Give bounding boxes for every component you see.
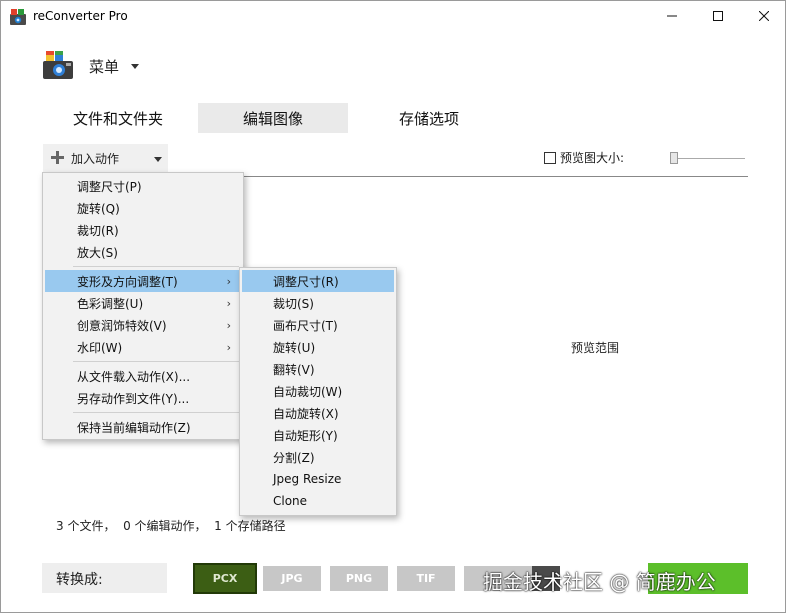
transform-submenu: 调整尺寸(R) 裁切(S) 画布尺寸(T) 旋转(U) 翻转(V) 自动裁切(W… <box>239 267 397 516</box>
menu-item-label: 变形及方向调整(T) <box>77 274 178 289</box>
add-action-label: 加入动作 <box>71 152 120 166</box>
menu-item-enlarge[interactable]: 放大(S) <box>45 241 241 263</box>
chevron-right-icon: › <box>226 318 231 332</box>
menu-item-watermark[interactable]: 水印(W) › <box>45 336 241 358</box>
submenu-item-crop[interactable]: 裁切(S) <box>242 292 394 314</box>
menu-item-label: 分割(Z) <box>273 450 315 465</box>
maximize-button[interactable] <box>695 1 741 31</box>
close-button[interactable] <box>741 1 785 31</box>
menu-item-save-actions[interactable]: 另存动作到文件(Y)... <box>45 387 241 409</box>
menu-separator <box>73 361 239 362</box>
tab-save-options[interactable]: 存储选项 <box>373 103 485 133</box>
submenu-item-flip[interactable]: 翻转(V) <box>242 358 394 380</box>
submenu-item-canvas-size[interactable]: 画布尺寸(T) <box>242 314 394 336</box>
title-bar: reConverter Pro <box>1 1 785 33</box>
menu-item-label: 旋转(U) <box>273 340 316 355</box>
menu-separator <box>73 412 239 413</box>
tab-files-and-folders[interactable]: 文件和文件夹 <box>55 103 181 133</box>
add-action-button[interactable]: 加入动作 <box>43 144 168 172</box>
menu-item-transform[interactable]: 变形及方向调整(T) › <box>45 270 241 292</box>
menu-item-load-actions[interactable]: 从文件载入动作(X)... <box>45 365 241 387</box>
status-text: 3 个文件， 0 个编辑动作， 1 个存储路径 <box>56 519 286 533</box>
menu-item-keep-actions[interactable]: 保持当前编辑动作(Z) <box>45 416 241 438</box>
divider <box>242 176 748 177</box>
format-button-pcx[interactable]: PCX <box>193 563 257 594</box>
menu-item-label: 水印(W) <box>77 340 123 355</box>
preview-size-slider-track[interactable] <box>671 158 745 159</box>
submenu-item-auto-rect[interactable]: 自动矩形(Y) <box>242 424 394 446</box>
menu-item-label: Jpeg Resize <box>273 472 342 486</box>
chevron-down-icon <box>154 157 162 162</box>
submenu-item-auto-rotate[interactable]: 自动旋转(X) <box>242 402 394 424</box>
chevron-right-icon: › <box>226 296 231 310</box>
chevron-down-icon[interactable] <box>131 64 139 69</box>
preview-size-checkbox[interactable] <box>544 151 556 164</box>
menu-item-label: 从文件载入动作(X)... <box>77 369 191 384</box>
menu-item-label: 创意润饰特效(V) <box>77 318 167 333</box>
preview-size-label: 预览图大小: <box>560 151 625 165</box>
menu-separator <box>73 266 239 267</box>
submenu-item-split[interactable]: 分割(Z) <box>242 446 394 468</box>
logo-icon[interactable] <box>41 49 75 81</box>
window-title: reConverter Pro <box>33 9 128 23</box>
menu-item-label: 另存动作到文件(Y)... <box>77 391 190 406</box>
convert-to-label: 转换成: <box>56 572 103 588</box>
app-icon <box>10 9 26 25</box>
menu-item-rotate[interactable]: 旋转(Q) <box>45 197 241 219</box>
menu-item-label: 调整尺寸(R) <box>273 274 339 289</box>
menu-item-label: 放大(S) <box>77 245 118 260</box>
preview-area-label: 预览范围 <box>571 341 620 355</box>
menu-item-label: 自动裁切(W) <box>273 384 343 399</box>
menu-item-label: 自动旋转(X) <box>273 406 339 421</box>
submenu-item-jpeg-resize[interactable]: Jpeg Resize <box>242 468 394 490</box>
menu-item-label: 翻转(V) <box>273 362 315 377</box>
preview-size-slider-thumb[interactable] <box>670 152 678 164</box>
menu-item-resize[interactable]: 调整尺寸(P) <box>45 175 241 197</box>
menu-item-label: Clone <box>273 494 308 508</box>
preview-size-control[interactable]: 预览图大小: <box>544 149 624 166</box>
submenu-item-resize[interactable]: 调整尺寸(R) <box>242 270 394 292</box>
tab-edit-images[interactable]: 编辑图像 <box>198 103 348 133</box>
minimize-button[interactable] <box>649 1 695 31</box>
app-window: reConverter Pro 菜单 文件和文件夹 编辑图像 存储选项 加入动作… <box>0 0 786 613</box>
menu-item-label: 色彩调整(U) <box>77 296 144 311</box>
submenu-item-clone[interactable]: Clone <box>242 490 394 512</box>
add-action-menu: 调整尺寸(P) 旋转(Q) 裁切(R) 放大(S) 变形及方向调整(T) › 色彩… <box>42 172 244 440</box>
menu-item-crop[interactable]: 裁切(R) <box>45 219 241 241</box>
minimize-icon <box>667 15 677 17</box>
menu-item-label: 保持当前编辑动作(Z) <box>77 420 191 435</box>
main-menu-label[interactable]: 菜单 <box>89 56 119 77</box>
menu-item-label: 画布尺寸(T) <box>273 318 338 333</box>
format-button-png[interactable]: PNG <box>330 566 388 591</box>
convert-to-box: 转换成: <box>42 563 167 593</box>
plus-icon <box>51 151 64 164</box>
menu-item-label: 旋转(Q) <box>77 201 120 216</box>
menu-item-effects[interactable]: 创意润饰特效(V) › <box>45 314 241 336</box>
chevron-right-icon: › <box>226 274 231 288</box>
submenu-item-rotate[interactable]: 旋转(U) <box>242 336 394 358</box>
close-icon <box>759 11 769 21</box>
format-button-jpg[interactable]: JPG <box>263 566 321 591</box>
maximize-icon <box>713 11 723 21</box>
format-button-tif[interactable]: TIF <box>397 566 455 591</box>
menu-item-label: 调整尺寸(P) <box>77 179 142 194</box>
menu-item-label: 裁切(R) <box>77 223 119 238</box>
submenu-item-auto-crop[interactable]: 自动裁切(W) <box>242 380 394 402</box>
menu-item-label: 裁切(S) <box>273 296 314 311</box>
chevron-right-icon: › <box>226 340 231 354</box>
menu-item-color[interactable]: 色彩调整(U) › <box>45 292 241 314</box>
menu-item-label: 自动矩形(Y) <box>273 428 338 443</box>
watermark-text: 掘金技术社区 @ 简鹿办公 <box>483 570 716 594</box>
